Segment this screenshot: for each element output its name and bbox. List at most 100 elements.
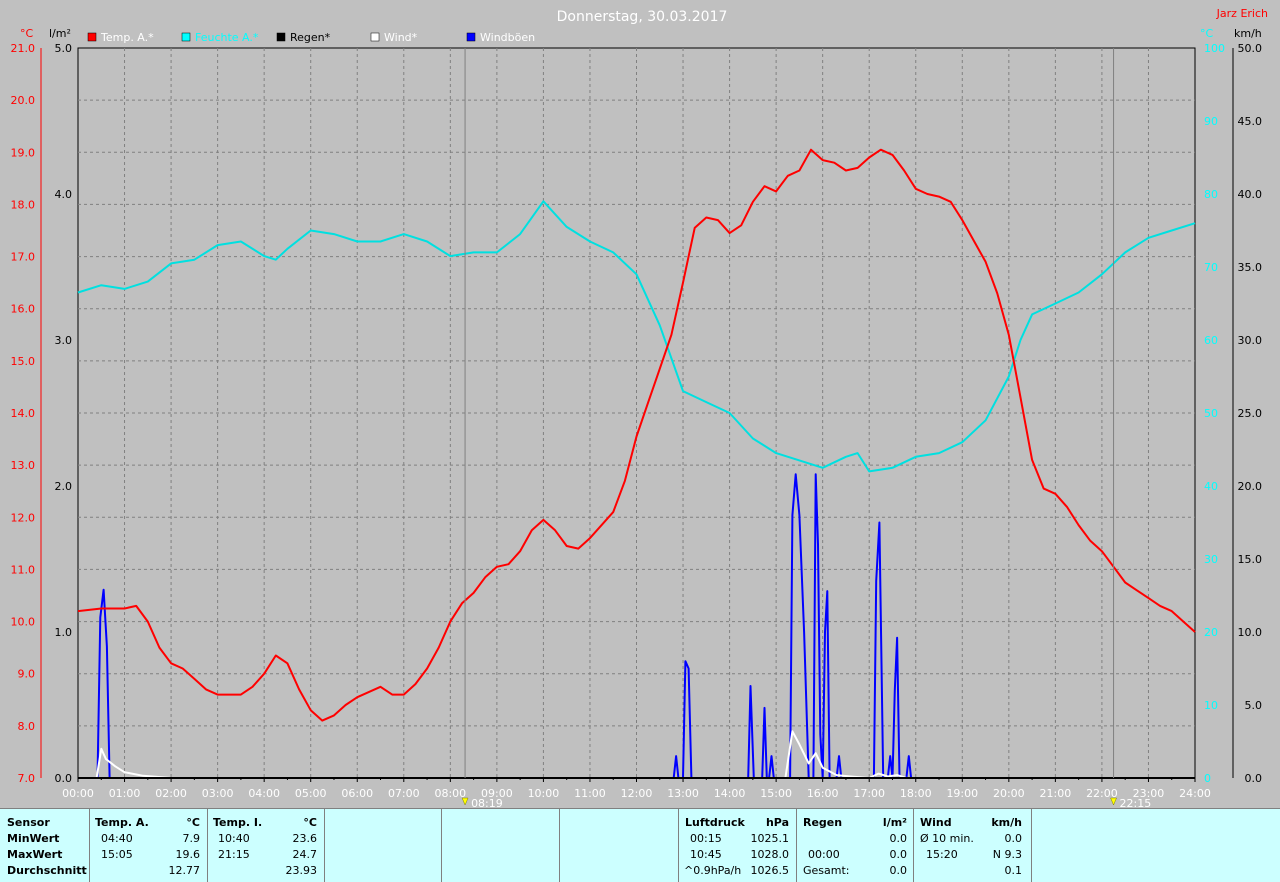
temp-right-tick-label: 0 [1204, 772, 1211, 785]
panel-divider [324, 809, 325, 882]
temp-i-max-value: 24.7 [292, 848, 318, 861]
temp-right-tick-label: 90 [1204, 115, 1218, 128]
stats-panel: Sensor MinWert MaxWert Durchschnitt Temp… [0, 808, 1280, 882]
wind-tick-label: 40.0 [1238, 188, 1263, 201]
x-tick-label: 20:00 [993, 787, 1025, 800]
legend-label: Feuchte A.* [195, 31, 259, 44]
chart-title: Donnerstag, 30.03.2017 [557, 9, 728, 25]
pressure-max-time: 10:45 [690, 848, 722, 861]
wind-row2-time: 15:20 [926, 848, 958, 861]
rain-tick-label: 2.0 [55, 480, 73, 493]
temp-i-min-value: 23.6 [292, 832, 318, 845]
wind-panel-unit: km/h [991, 816, 1022, 829]
temp-left-tick-label: 19.0 [11, 146, 36, 159]
temp-i-unit: °C [303, 816, 317, 829]
x-tick-label: 21:00 [1040, 787, 1072, 800]
temp-right-tick-label: 50 [1204, 407, 1218, 420]
x-tick-label: 01:00 [109, 787, 141, 800]
panel-divider [207, 809, 208, 882]
temp-i-avg-value: 23.93 [285, 864, 318, 877]
wind-header: Wind [920, 816, 952, 829]
temp-left-tick-label: 15.0 [11, 355, 36, 368]
temp-a-avg-value: 12.77 [168, 864, 201, 877]
rain-row2-value: 0.0 [889, 848, 908, 861]
chart-background [0, 0, 1280, 808]
x-tick-label: 12:00 [621, 787, 653, 800]
rain-header: Regen [803, 816, 843, 829]
x-tick-label: 08:00 [434, 787, 466, 800]
wind-tick-label: 15.0 [1238, 553, 1263, 566]
x-tick-label: 19:00 [946, 787, 978, 800]
sunset-label: 22:15 [1120, 797, 1152, 808]
temp-right-tick-label: 20 [1204, 626, 1218, 639]
temp-left-tick-label: 12.0 [11, 511, 36, 524]
temp-i-min-time: 10:40 [218, 832, 250, 845]
x-tick-label: 02:00 [155, 787, 187, 800]
legend-swatch [181, 32, 191, 42]
panel-divider [678, 809, 679, 882]
temp-left-tick-label: 13.0 [11, 459, 36, 472]
panel-divider [1031, 809, 1032, 882]
legend-label: Regen* [290, 31, 331, 44]
wind-row2-value: N 9.3 [992, 848, 1022, 861]
rain-tick-label: 5.0 [55, 42, 73, 55]
temp-right-tick-label: 70 [1204, 261, 1218, 274]
temp-a-max-value: 19.6 [175, 848, 201, 861]
x-tick-label: 03:00 [202, 787, 234, 800]
panel-divider [559, 809, 560, 882]
rain-row1-value: 0.0 [889, 832, 908, 845]
legend-label: Wind* [384, 31, 418, 44]
temp-left-tick-label: 16.0 [11, 303, 36, 316]
legend-label: Temp. A.* [100, 31, 154, 44]
temp-left-unit: °C [20, 27, 34, 40]
wind-row3-value: 0.1 [1004, 864, 1023, 877]
legend-label: Windböen [480, 31, 535, 44]
temp-right-tick-label: 100 [1204, 42, 1225, 55]
rain-tick-label: 1.0 [55, 626, 73, 639]
temp-i-header: Temp. I. [213, 816, 263, 829]
sensor-header: Sensor [7, 816, 50, 829]
x-tick-label: 16:00 [807, 787, 839, 800]
wind-tick-label: 30.0 [1238, 334, 1263, 347]
x-tick-label: 06:00 [341, 787, 373, 800]
panel-divider [796, 809, 797, 882]
panel-divider [89, 809, 90, 882]
panel-divider [913, 809, 914, 882]
temp-left-tick-label: 9.0 [18, 668, 36, 681]
wind-tick-label: 25.0 [1238, 407, 1263, 420]
temp-left-tick-label: 21.0 [11, 42, 36, 55]
sunrise-label: 08:19 [471, 797, 503, 808]
temp-a-unit: °C [186, 816, 200, 829]
rain-unit: l/m² [49, 27, 71, 40]
x-tick-label: 15:00 [760, 787, 792, 800]
durchschnitt-label: Durchschnitt [7, 864, 87, 877]
x-tick-label: 07:00 [388, 787, 420, 800]
pressure-min-value: 1025.1 [750, 832, 790, 845]
x-tick-label: 05:00 [295, 787, 327, 800]
temp-left-tick-label: 17.0 [11, 251, 36, 264]
temp-left-tick-label: 7.0 [18, 772, 36, 785]
wind-row1-value: 0.0 [1004, 832, 1023, 845]
wind-tick-label: 5.0 [1245, 699, 1263, 712]
temp-left-tick-label: 11.0 [11, 563, 36, 576]
wind-tick-label: 45.0 [1238, 115, 1263, 128]
legend-swatch [370, 32, 380, 42]
legend-swatch [466, 32, 476, 42]
x-tick-label: 18:00 [900, 787, 932, 800]
temp-left-tick-label: 18.0 [11, 198, 36, 211]
pressure-min-time: 00:15 [690, 832, 722, 845]
temp-right-tick-label: 30 [1204, 553, 1218, 566]
x-tick-label: 14:00 [714, 787, 746, 800]
pressure-unit: hPa [765, 816, 789, 829]
x-tick-label: 13:00 [667, 787, 699, 800]
author-label: Jarz Erich [1216, 7, 1268, 20]
panel-divider [441, 809, 442, 882]
temp-a-max-time: 15:05 [101, 848, 133, 861]
temp-right-tick-label: 60 [1204, 334, 1218, 347]
legend-swatch [87, 32, 97, 42]
temp-left-tick-label: 14.0 [11, 407, 36, 420]
rain-total-label: Gesamt: [803, 864, 850, 877]
wind-tick-label: 0.0 [1245, 772, 1263, 785]
pressure-trend-value: 1026.5 [750, 864, 790, 877]
x-tick-label: 11:00 [574, 787, 606, 800]
